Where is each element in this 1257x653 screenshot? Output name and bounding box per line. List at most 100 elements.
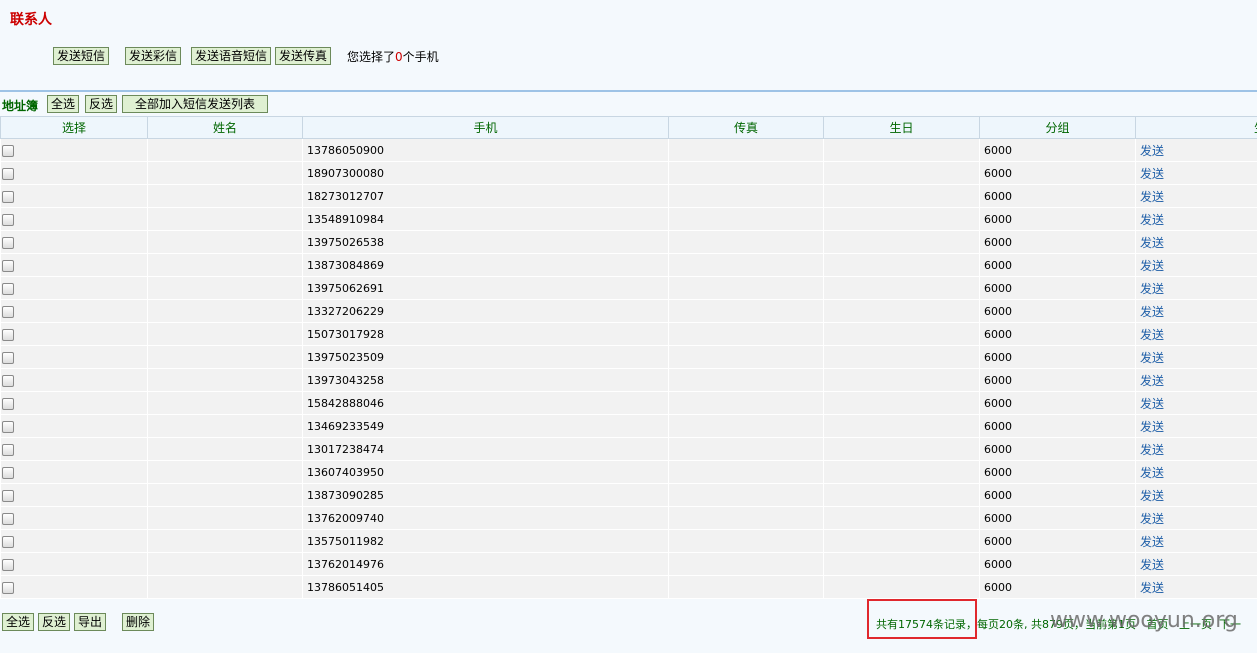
row-checkbox[interactable] [2, 144, 14, 157]
highlight-box [867, 599, 977, 639]
contacts-table: 选择 姓名 手机 传真 生日 分组 生 137860509006000发送189… [0, 116, 1257, 599]
send-voice-sms-button[interactable]: 发送语音短信 [191, 47, 272, 65]
send-link[interactable]: 发送 [1140, 282, 1164, 296]
send-link[interactable]: 发送 [1140, 535, 1164, 549]
send-link[interactable]: 发送 [1140, 305, 1164, 319]
row-checkbox[interactable] [2, 466, 14, 479]
send-cell: 发送 [1135, 276, 1257, 300]
fax-cell [668, 460, 824, 484]
add-all-to-sms-list-button[interactable]: 全部加入短信发送列表 [122, 95, 269, 113]
row-checkbox[interactable] [2, 259, 14, 272]
row-checkbox[interactable] [2, 535, 14, 548]
fax-cell [668, 253, 824, 277]
table-row: 15842888046 6000 发送 [0, 391, 1257, 415]
mobile-cell: 13762014976 [302, 552, 669, 576]
fax-cell [668, 529, 824, 553]
row-checkbox[interactable] [2, 397, 14, 410]
table-row: 13762014976 6000 发送 [0, 552, 1257, 576]
send-link[interactable]: 发送 [1140, 351, 1164, 365]
row-checkbox-cell [0, 276, 148, 300]
send-link[interactable]: 发送 [1140, 512, 1164, 526]
mobile-cell: 13973043258 [302, 368, 669, 392]
send-mms-button[interactable]: 发送彩信 [125, 47, 182, 65]
footer-select-all-button[interactable]: 全选 [2, 613, 35, 631]
row-checkbox[interactable] [2, 305, 14, 318]
export-button[interactable]: 导出 [74, 613, 107, 631]
column-header-name[interactable]: 姓名 [147, 116, 303, 139]
row-checkbox-cell [0, 391, 148, 415]
send-sms-button[interactable]: 发送短信 [53, 47, 110, 65]
table-row: 15073017928 6000 发送 [0, 322, 1257, 346]
invert-selection-button[interactable]: 反选 [85, 95, 118, 113]
footer-invert-button[interactable]: 反选 [38, 613, 71, 631]
send-link[interactable]: 发送 [1140, 144, 1164, 158]
birthday-cell [823, 138, 980, 162]
send-link[interactable]: 发送 [1140, 489, 1164, 503]
send-link[interactable]: 发送 [1140, 420, 1164, 434]
row-checkbox[interactable] [2, 351, 14, 364]
mobile-cell: 18273012707 [302, 184, 669, 208]
birthday-cell [823, 368, 980, 392]
send-link[interactable]: 发送 [1140, 443, 1164, 457]
group-cell: 6000 [979, 276, 1136, 300]
send-cell: 发送 [1135, 391, 1257, 415]
send-cell: 发送 [1135, 322, 1257, 346]
send-fax-button[interactable]: 发送传真 [275, 47, 332, 65]
send-link[interactable]: 发送 [1140, 397, 1164, 411]
group-cell: 6000 [979, 161, 1136, 185]
send-link[interactable]: 发送 [1140, 581, 1164, 595]
row-checkbox[interactable] [2, 213, 14, 226]
row-checkbox[interactable] [2, 581, 14, 594]
name-cell [147, 391, 303, 415]
row-checkbox[interactable] [2, 190, 14, 203]
table-row: 13548910984 6000 发送 [0, 207, 1257, 231]
delete-button[interactable]: 删除 [122, 613, 155, 631]
birthday-cell [823, 391, 980, 415]
table-row: 13575011982 6000 发送 [0, 529, 1257, 553]
group-cell: 6000 [979, 368, 1136, 392]
row-checkbox[interactable] [2, 282, 14, 295]
send-link[interactable]: 发送 [1140, 167, 1164, 181]
name-cell [147, 414, 303, 438]
send-link[interactable]: 发送 [1140, 259, 1164, 273]
mobile-cell: 13575011982 [302, 529, 669, 553]
row-checkbox-cell [0, 575, 148, 599]
column-header-truncated[interactable]: 生 [1135, 116, 1257, 139]
send-link[interactable]: 发送 [1140, 213, 1164, 227]
row-checkbox[interactable] [2, 489, 14, 502]
row-checkbox-cell [0, 529, 148, 553]
send-link[interactable]: 发送 [1140, 466, 1164, 480]
group-cell: 6000 [979, 391, 1136, 415]
send-link[interactable]: 发送 [1140, 328, 1164, 342]
row-checkbox[interactable] [2, 420, 14, 433]
send-link[interactable]: 发送 [1140, 190, 1164, 204]
column-header-fax[interactable]: 传真 [668, 116, 824, 139]
row-checkbox[interactable] [2, 167, 14, 180]
table-row: 13975062691 6000 发送 [0, 276, 1257, 300]
table-row: 13973043258 6000 发送 [0, 368, 1257, 392]
send-link[interactable]: 发送 [1140, 558, 1164, 572]
name-cell [147, 368, 303, 392]
row-checkbox-cell [0, 299, 148, 323]
send-link[interactable]: 发送 [1140, 236, 1164, 250]
fax-cell [668, 299, 824, 323]
birthday-cell [823, 552, 980, 576]
row-checkbox[interactable] [2, 443, 14, 456]
fax-cell [668, 345, 824, 369]
row-checkbox[interactable] [2, 512, 14, 525]
select-all-button[interactable]: 全选 [47, 95, 80, 113]
mobile-cell: 13327206229 [302, 299, 669, 323]
row-checkbox[interactable] [2, 374, 14, 387]
column-header-birthday[interactable]: 生日 [823, 116, 980, 139]
row-checkbox[interactable] [2, 236, 14, 249]
fax-cell [668, 391, 824, 415]
send-link[interactable]: 发送 [1140, 374, 1164, 388]
column-header-mobile[interactable]: 手机 [302, 116, 669, 139]
row-checkbox[interactable] [2, 328, 14, 341]
column-header-select[interactable]: 选择 [0, 116, 148, 139]
row-checkbox[interactable] [2, 558, 14, 571]
row-checkbox-cell [0, 552, 148, 576]
column-header-group[interactable]: 分组 [979, 116, 1136, 139]
group-cell: 6000 [979, 345, 1136, 369]
group-cell: 6000 [979, 414, 1136, 438]
